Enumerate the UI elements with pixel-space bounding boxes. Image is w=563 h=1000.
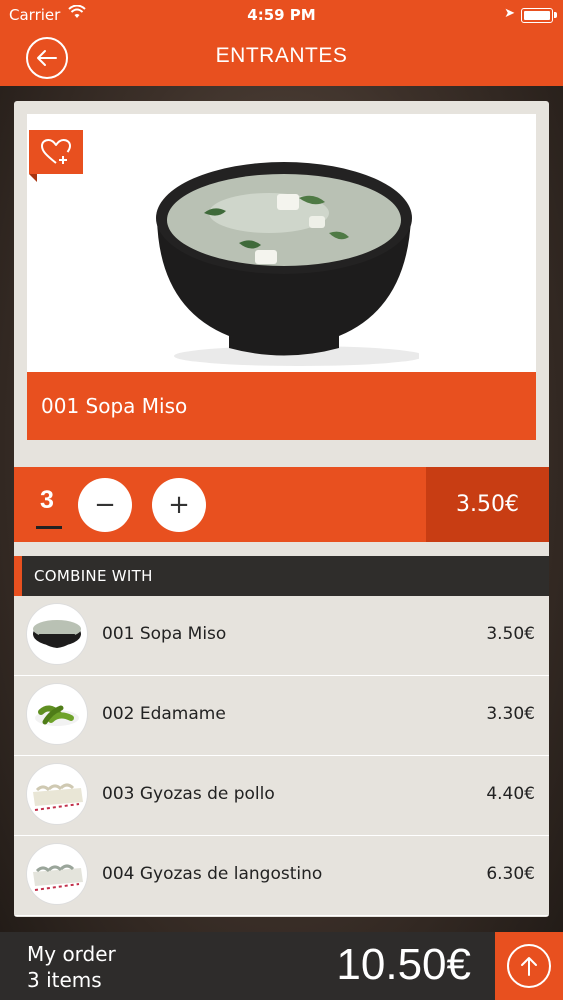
battery-icon: [521, 8, 557, 23]
product-thumbnail: [27, 684, 87, 744]
item-count: 3 items: [27, 968, 102, 992]
minus-icon: −: [94, 490, 116, 520]
list-item[interactable]: 001 Sopa Miso 3.50€: [14, 596, 549, 676]
product-image: [27, 114, 536, 372]
list-item-price: 6.30€: [486, 864, 535, 884]
list-item-name: 004 Gyozas de langostino: [102, 864, 323, 884]
product-price: 3.50€: [426, 467, 549, 542]
miso-soup-bowl-icon: [156, 162, 419, 366]
list-item-name: 001 Sopa Miso: [102, 624, 227, 644]
my-order-label: My order: [27, 942, 116, 966]
decrease-quantity-button[interactable]: −: [78, 478, 132, 532]
increase-quantity-button[interactable]: +: [152, 478, 206, 532]
product-card: 001 Sopa Miso 3 − + 3.50€ COMBINE WITH 0…: [14, 101, 549, 917]
clock: 4:59 PM: [247, 6, 316, 24]
open-order-button[interactable]: [495, 932, 563, 1000]
list-item[interactable]: 003 Gyozas de pollo 4.40€: [14, 756, 549, 836]
product-thumbnail: [27, 844, 87, 904]
list-item-price: 3.50€: [486, 624, 535, 644]
list-item[interactable]: 004 Gyozas de langostino 6.30€: [14, 836, 549, 916]
arrow-up-icon: [521, 957, 537, 976]
combine-with-header: COMBINE WITH: [14, 556, 549, 596]
arrow-up-ring: [507, 944, 551, 988]
add-favorite-button[interactable]: [29, 130, 83, 182]
page-title: ENTRANTES: [215, 44, 348, 67]
list-item-name: 002 Edamame: [102, 704, 226, 724]
order-total: 10.50€: [336, 940, 471, 989]
product-name: 001 Sopa Miso: [27, 372, 536, 440]
nav-bar: ENTRANTES: [0, 30, 563, 86]
list-item-price: 3.30€: [486, 704, 535, 724]
combine-list: 001 Sopa Miso 3.50€ 002 Edamame 3.30€ 00…: [14, 596, 549, 916]
quantity-underline: [36, 526, 62, 529]
quantity-value: 3: [40, 486, 54, 514]
heart-plus-icon: [41, 139, 71, 164]
list-item-price: 4.40€: [486, 784, 535, 804]
status-bar: Carrier 4:59 PM ➤: [0, 0, 563, 30]
list-item[interactable]: 002 Edamame 3.30€: [14, 676, 549, 756]
plus-icon: +: [168, 490, 190, 520]
product-thumbnail: [27, 764, 87, 824]
order-footer[interactable]: My order 3 items 10.50€: [0, 932, 563, 1000]
product-thumbnail: [27, 604, 87, 664]
list-item-name: 003 Gyozas de pollo: [102, 784, 275, 804]
location-icon: ➤: [504, 6, 515, 21]
quantity-bar: 3 − + 3.50€: [14, 467, 549, 542]
